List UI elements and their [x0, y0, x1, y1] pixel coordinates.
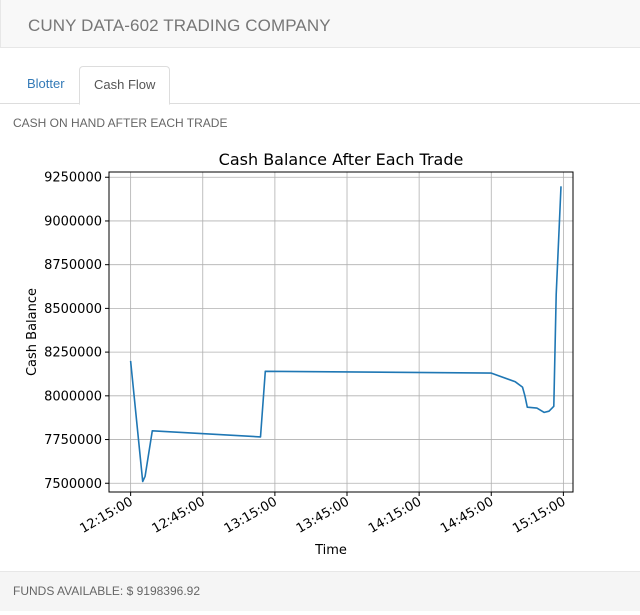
x-tick-label: 14:15:00 [366, 494, 424, 536]
y-tick-label: 8500000 [44, 302, 102, 317]
brand-title[interactable]: CUNY DATA-602 TRADING COMPANY [28, 16, 331, 36]
chart-title: Cash Balance After Each Trade [219, 150, 464, 169]
footer: FUNDS AVAILABLE: $ 9198396.92 [0, 571, 640, 611]
y-tick-label: 8750000 [44, 258, 102, 273]
x-tick-label: 15:15:00 [510, 494, 568, 536]
x-tick-label: 13:15:00 [222, 494, 280, 536]
x-tick-label: 14:45:00 [438, 494, 496, 536]
x-tick-label: 12:45:00 [150, 494, 208, 536]
tab-bar: Blotter Cash Flow [0, 66, 640, 105]
plot-area [109, 172, 573, 492]
y-tick-label: 9250000 [44, 171, 102, 186]
top-navbar: CUNY DATA-602 TRADING COMPANY [0, 0, 640, 48]
y-tick-label: 8000000 [44, 389, 102, 404]
tab-blotter[interactable]: Blotter [13, 66, 79, 104]
section-label: CASH ON HAND AFTER EACH TRADE [13, 116, 228, 130]
x-tick-label: 12:15:00 [78, 494, 136, 536]
cash-balance-chart: 7500000 7750000 8000000 8250000 8500000 87500… [0, 140, 620, 565]
y-tick-label: 9000000 [44, 214, 102, 229]
chart-svg: 7500000 7750000 8000000 8250000 8500000 87500… [25, 150, 574, 558]
y-tick-label: 7750000 [44, 433, 102, 448]
tab-cash-flow[interactable]: Cash Flow [79, 66, 171, 105]
y-tick-label: 7500000 [44, 477, 102, 492]
x-tick-label: 13:45:00 [294, 494, 352, 536]
funds-available: FUNDS AVAILABLE: $ 9198396.92 [13, 584, 201, 598]
x-axis-label: Time [314, 543, 347, 558]
y-tick-label: 8250000 [44, 346, 102, 361]
y-axis-label: Cash Balance [25, 288, 40, 376]
